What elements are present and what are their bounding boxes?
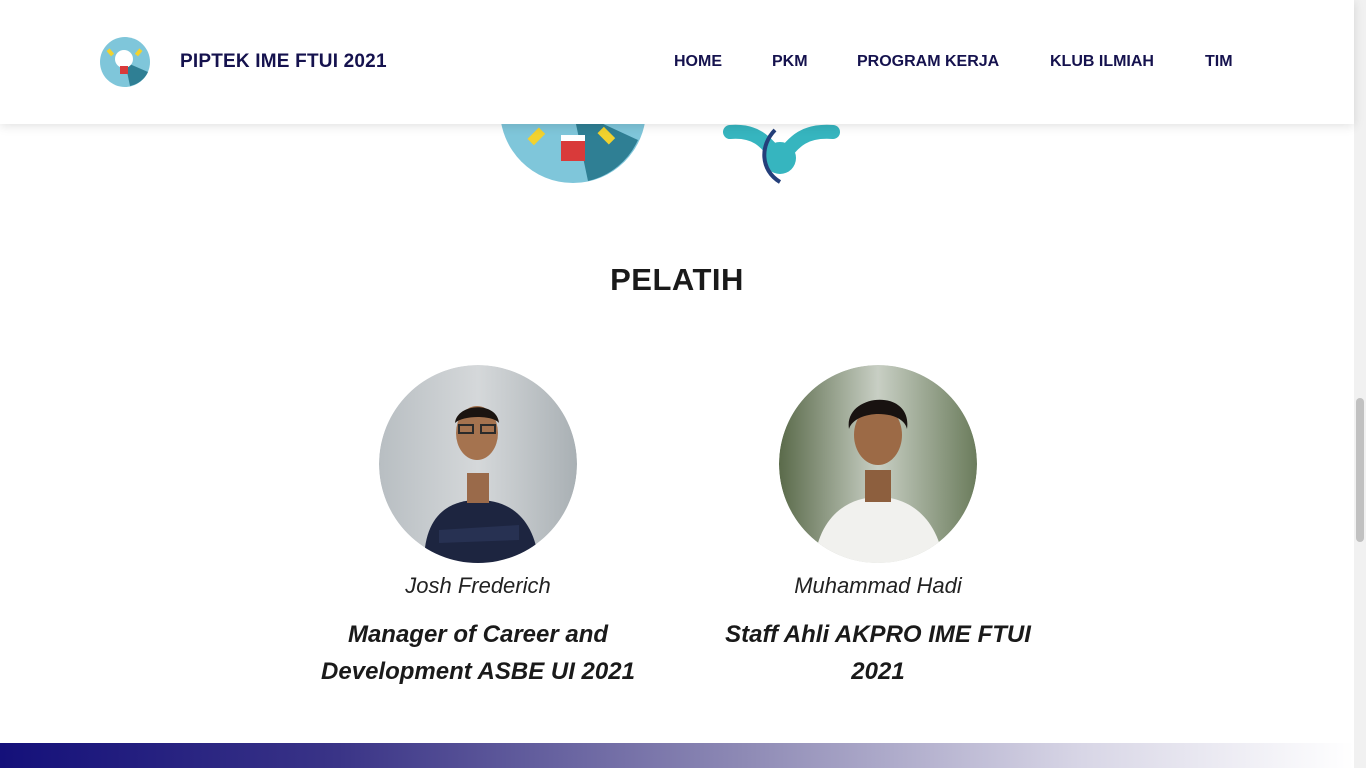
page: PIPTEK IME FTUI 2021 HOME PKM PROGRAM KE… xyxy=(0,0,1366,768)
coach-role: Manager of Career and Development ASBE U… xyxy=(321,621,635,685)
lightbulb-logo-icon[interactable] xyxy=(100,37,150,87)
nav-item-program-kerja[interactable]: PROGRAM KERJA xyxy=(857,53,999,71)
coach-avatar xyxy=(779,365,977,563)
nav-item-pkm[interactable]: PKM xyxy=(772,53,808,71)
section-title: PELATIH xyxy=(610,262,744,297)
coach-card: Josh Frederich Manager of Career and Dev… xyxy=(298,365,658,690)
site-header: PIPTEK IME FTUI 2021 HOME PKM PROGRAM KE… xyxy=(0,0,1354,124)
page-scrollbar[interactable] xyxy=(1354,0,1366,768)
coach-card: Muhammad Hadi Staff Ahli AKPRO IME FTUI … xyxy=(698,365,1058,690)
site-brand-title[interactable]: PIPTEK IME FTUI 2021 xyxy=(180,51,387,73)
footer-gradient-bar xyxy=(0,743,1354,768)
coach-name: Muhammad Hadi xyxy=(794,573,962,598)
coach-name: Josh Frederich xyxy=(405,573,551,598)
nav-item-klub-ilmiah[interactable]: KLUB ILMIAH xyxy=(1050,53,1154,71)
coach-role: Staff Ahli AKPRO IME FTUI 2021 xyxy=(725,621,1031,685)
nav-item-tim[interactable]: TIM xyxy=(1205,53,1233,71)
scrollbar-thumb[interactable] xyxy=(1356,398,1364,542)
nav-item-home[interactable]: HOME xyxy=(674,53,722,71)
coach-avatar xyxy=(379,365,577,563)
